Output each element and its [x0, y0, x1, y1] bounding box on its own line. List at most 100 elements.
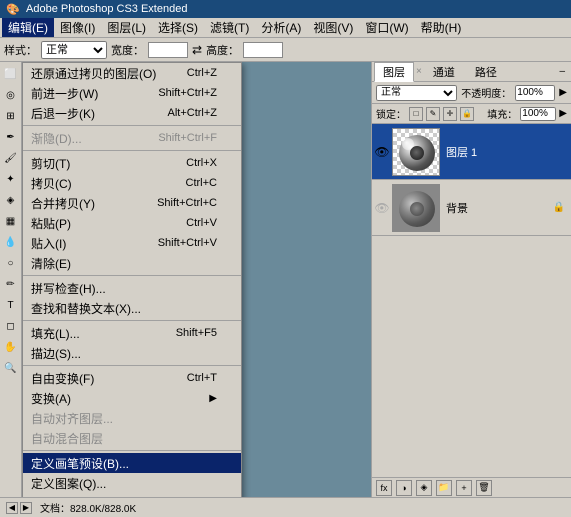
layers-panel: 图层 × 通道 路径 – 正常 溶解 变暗 正片叠底 不透明度： ▶ 锁定： □…	[371, 62, 571, 497]
step-backward-shortcut: Alt+Ctrl+Z	[147, 107, 217, 119]
menu-step-forward[interactable]: 前进一步(W) Shift+Ctrl+Z	[23, 83, 241, 103]
menu-find-replace[interactable]: 查找和替换文本(X)...	[23, 298, 241, 318]
text-tool[interactable]: T	[1, 295, 21, 315]
marquee-tool[interactable]: ⬜	[1, 64, 21, 84]
panel-tabs: 图层 × 通道 路径 –	[372, 62, 571, 82]
undo-shortcut: Ctrl+Z	[167, 67, 217, 79]
step-forward-label: 前进一步(W)	[31, 85, 98, 102]
shape-tool[interactable]: ◻	[1, 316, 21, 336]
eraser-tool[interactable]: ◈	[1, 190, 21, 210]
fill-input[interactable]	[520, 107, 556, 121]
new-layer-button[interactable]: +	[456, 480, 472, 496]
paste-label: 粘贴(P)	[31, 215, 71, 232]
tab-paths[interactable]: 路径	[466, 62, 506, 82]
lock-all-button[interactable]: 🔒	[460, 107, 474, 121]
layer-thumbnail	[392, 128, 440, 176]
fill-shortcut: Shift+F5	[156, 327, 217, 339]
opacity-input[interactable]	[515, 85, 555, 101]
menu-fade[interactable]: 渐隐(D)... Shift+Ctrl+F	[23, 128, 241, 148]
menu-copy-merged[interactable]: 合并拷贝(Y) Shift+Ctrl+C	[23, 193, 241, 213]
layer-visibility-toggle[interactable]: 👁	[374, 144, 390, 160]
layer-row[interactable]: 👁 图层 1	[372, 124, 571, 180]
zoom-tool[interactable]: 🔍	[1, 358, 21, 378]
menu-auto-align[interactable]: 自动对齐图层...	[23, 408, 241, 428]
layer-thumb-checkered	[393, 129, 439, 175]
brush-tool[interactable]: 🖌	[1, 148, 21, 168]
layer-lock-row: 锁定： □ ✎ ✛ 🔒 填充： ▶	[372, 104, 571, 124]
define-pattern-label: 定义图案(Q)...	[31, 475, 106, 492]
panel-close-button[interactable]: –	[555, 66, 569, 77]
opacity-arrow[interactable]: ▶	[559, 87, 567, 98]
fill-label-menu: 填充(L)...	[31, 325, 80, 342]
edit-dropdown-menu: 还原通过拷贝的图层(O) Ctrl+Z 前进一步(W) Shift+Ctrl+Z…	[22, 62, 242, 497]
menu-paste-into[interactable]: 贴入(I) Shift+Ctrl+V	[23, 233, 241, 253]
gradient-tool[interactable]: ▦	[1, 211, 21, 231]
menu-define-brush[interactable]: 定义画笔预设(B)...	[23, 453, 241, 473]
opacity-label: 不透明度：	[461, 85, 511, 100]
thumb-bg-hole	[410, 202, 424, 216]
menu-free-transform[interactable]: 自由变换(F) Ctrl+T	[23, 368, 241, 388]
new-group-button[interactable]: 📁	[436, 480, 452, 496]
menu-item-layer[interactable]: 图层(L)	[101, 18, 152, 37]
menu-item-filter[interactable]: 滤镜(T)	[204, 18, 255, 37]
menu-item-edit[interactable]: 编辑(E)	[2, 18, 54, 37]
eyedropper-tool[interactable]: ✒	[1, 127, 21, 147]
menu-undo[interactable]: 还原通过拷贝的图层(O) Ctrl+Z	[23, 63, 241, 83]
fill-label: 填充：	[487, 106, 517, 121]
sep5	[23, 365, 241, 366]
style-select[interactable]: 正常 固定比例 固定大小	[41, 41, 107, 59]
menu-item-analyze[interactable]: 分析(A)	[255, 18, 307, 37]
menu-clear[interactable]: 清除(E)	[23, 253, 241, 273]
menu-cut[interactable]: 剪切(T) Ctrl+X	[23, 153, 241, 173]
width-input[interactable]	[148, 42, 188, 58]
status-info: 文档：828.0K/828.0K	[40, 500, 136, 515]
nav-prev-button[interactable]: ◀	[6, 502, 18, 514]
menu-define-shape[interactable]: 定义自定形状(J)...	[23, 493, 241, 497]
swap-icon[interactable]: ⇄	[192, 43, 202, 57]
menu-item-view[interactable]: 视图(V)	[307, 18, 359, 37]
menu-paste[interactable]: 粘贴(P) Ctrl+V	[23, 213, 241, 233]
cut-shortcut: Ctrl+X	[166, 157, 217, 169]
stamp-tool[interactable]: ✦	[1, 169, 21, 189]
lock-move-button[interactable]: ✛	[443, 107, 457, 121]
layer-row[interactable]: 👁 背景 🔒	[372, 180, 571, 236]
menu-item-help[interactable]: 帮助(H)	[415, 18, 468, 37]
menu-auto-blend[interactable]: 自动混合图层	[23, 428, 241, 448]
menu-step-backward[interactable]: 后退一步(K) Alt+Ctrl+Z	[23, 103, 241, 123]
layer-visibility-toggle[interactable]: 👁	[374, 200, 390, 216]
app-title: Adobe Photoshop CS3 Extended	[26, 3, 187, 15]
menu-item-image[interactable]: 图像(I)	[54, 18, 101, 37]
tab-channels[interactable]: 通道	[424, 62, 464, 82]
hand-tool[interactable]: ✋	[1, 337, 21, 357]
status-bar: ◀ ▶ 文档：828.0K/828.0K	[0, 497, 571, 517]
blur-tool[interactable]: 💧	[1, 232, 21, 252]
path-tool[interactable]: ✏	[1, 274, 21, 294]
menu-define-pattern[interactable]: 定义图案(Q)...	[23, 473, 241, 493]
menu-spellcheck[interactable]: 拼写检查(H)...	[23, 278, 241, 298]
new-fill-button[interactable]: ◈	[416, 480, 432, 496]
tab-layers[interactable]: 图层	[374, 62, 414, 82]
layer-style-button[interactable]: fx	[376, 480, 392, 496]
height-input[interactable]	[243, 42, 283, 58]
paste-into-label: 贴入(I)	[31, 235, 66, 252]
fill-arrow[interactable]: ▶	[559, 108, 567, 119]
menu-fill[interactable]: 填充(L)... Shift+F5	[23, 323, 241, 343]
height-label: 高度：	[206, 42, 239, 58]
lock-paint-button[interactable]: ✎	[426, 107, 440, 121]
menu-item-select[interactable]: 选择(S)	[152, 18, 204, 37]
menu-transform[interactable]: 变换(A) ▶	[23, 388, 241, 408]
lock-transparency-button[interactable]: □	[409, 107, 423, 121]
menu-item-window[interactable]: 窗口(W)	[359, 18, 414, 37]
crop-tool[interactable]: ⊞	[1, 106, 21, 126]
dodge-tool[interactable]: ○	[1, 253, 21, 273]
thumb-bg-ball	[399, 191, 435, 227]
lasso-tool[interactable]: ◎	[1, 85, 21, 105]
paste-into-shortcut: Shift+Ctrl+V	[138, 237, 217, 249]
blend-mode-select[interactable]: 正常 溶解 变暗 正片叠底	[376, 85, 457, 101]
delete-layer-button[interactable]: 🗑	[476, 480, 492, 496]
nav-next-button[interactable]: ▶	[20, 502, 32, 514]
menu-copy[interactable]: 拷贝(C) Ctrl+C	[23, 173, 241, 193]
layer-blend-row: 正常 溶解 变暗 正片叠底 不透明度： ▶	[372, 82, 571, 104]
menu-stroke[interactable]: 描边(S)...	[23, 343, 241, 363]
add-mask-button[interactable]: ◑	[396, 480, 412, 496]
